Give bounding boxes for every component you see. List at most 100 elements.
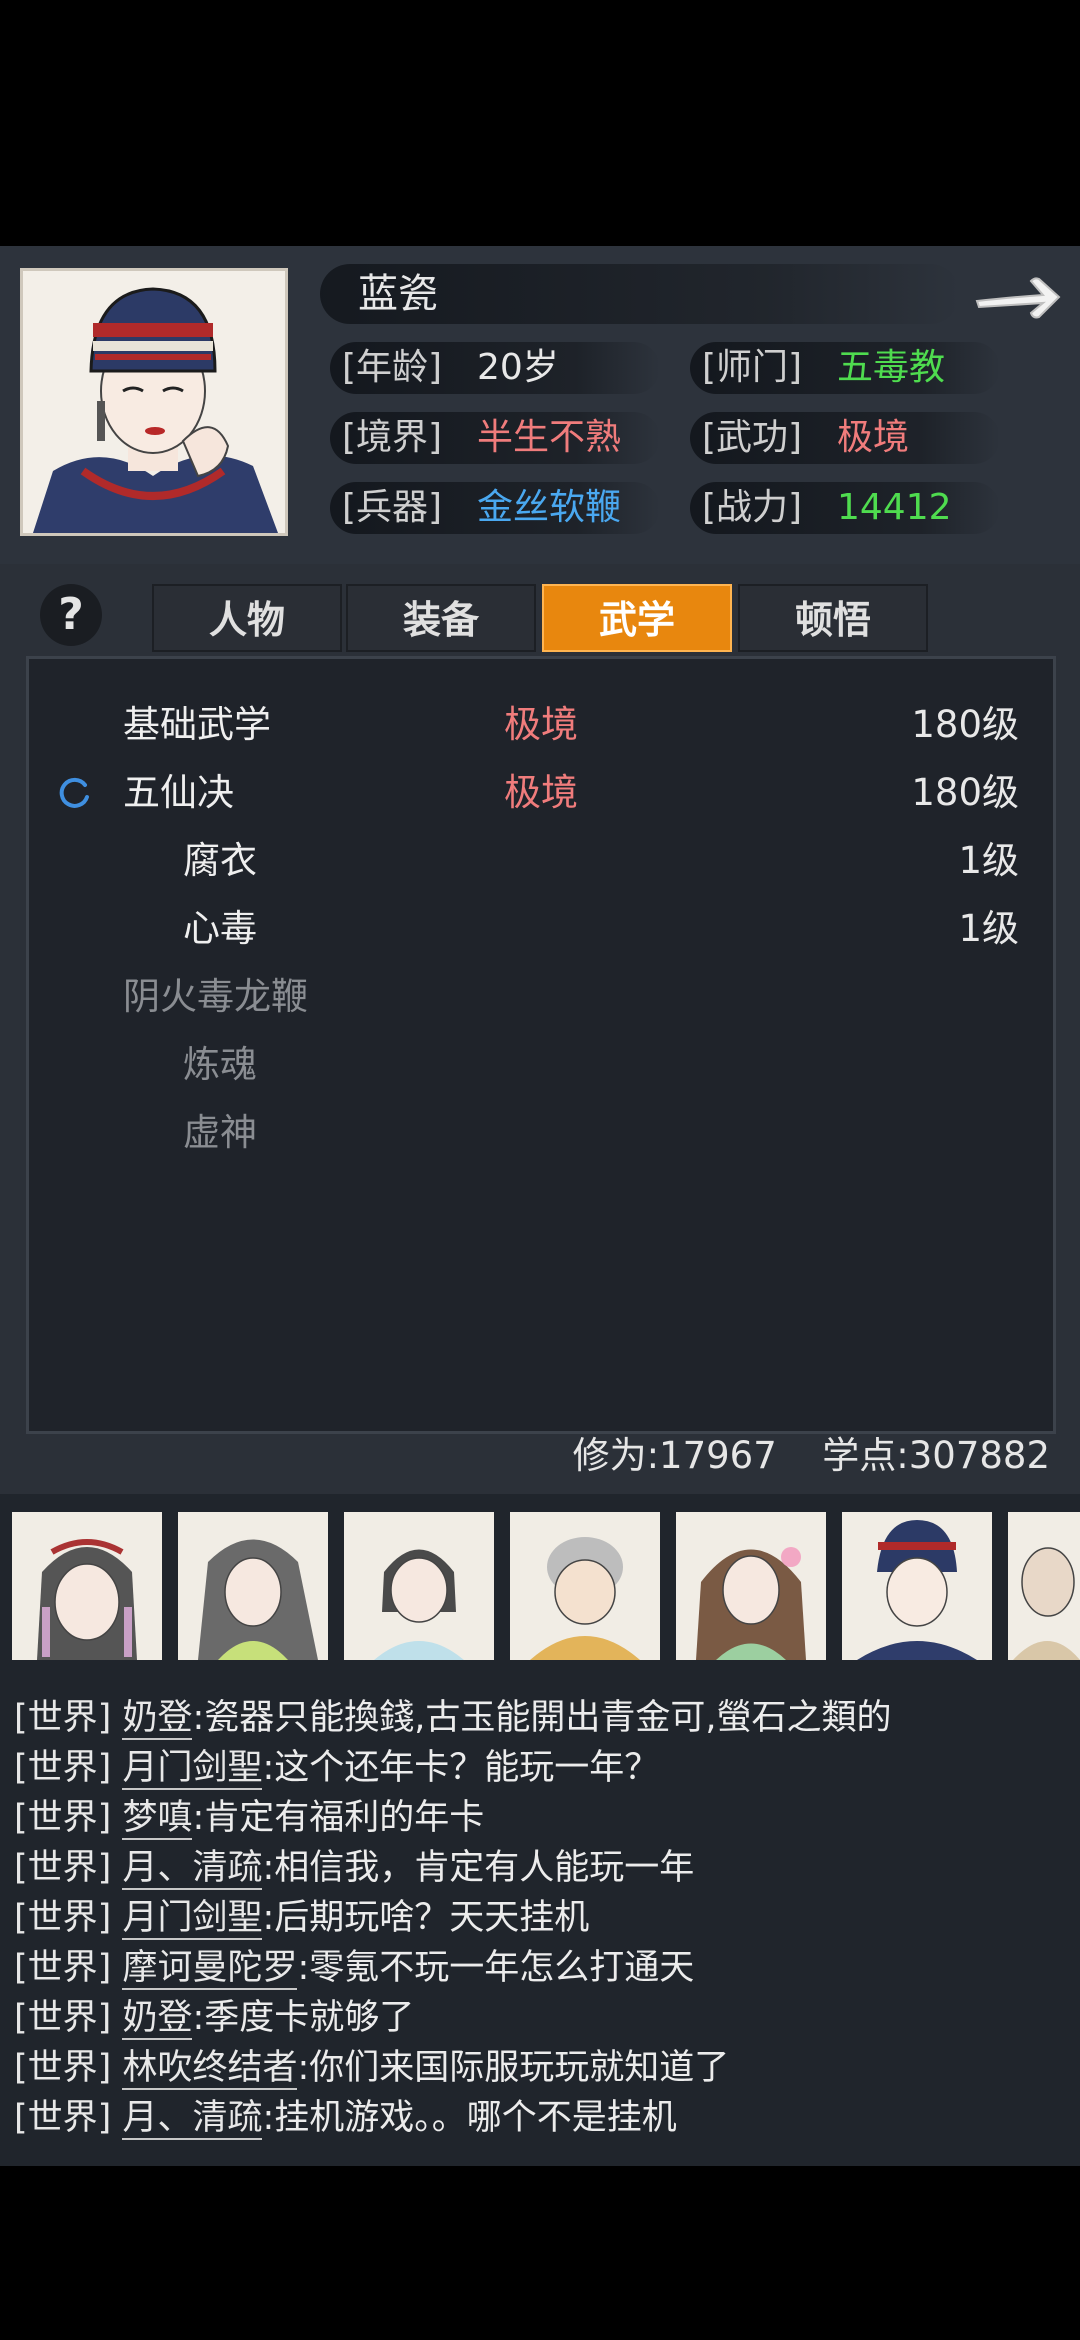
stat-value: 五毒教 (837, 347, 946, 388)
skill-name: 五仙决 (123, 771, 234, 814)
skill-name: 阴火毒龙鞭 (123, 975, 308, 1018)
stat-label: [境界] (342, 417, 443, 458)
skill-level: 180级 (911, 771, 1019, 814)
avatar[interactable] (842, 1512, 992, 1660)
chat-username[interactable]: 梦嗔 (122, 1798, 193, 1840)
skill-row[interactable]: 虚神 (29, 1103, 1059, 1163)
chat-username[interactable]: 月、清疏 (122, 1848, 263, 1890)
skill-row[interactable]: 阴火毒龙鞭 (29, 967, 1059, 1027)
stat-label: [兵器] (342, 487, 443, 528)
portrait-illustration (676, 1512, 826, 1660)
chat-channel: [世界] (14, 1898, 112, 1938)
avatar[interactable] (344, 1512, 494, 1660)
learning-points-value: 学点:307882 (822, 1434, 1050, 1477)
chat-channel: [世界] (14, 1748, 112, 1788)
training-spinner-icon (59, 777, 89, 808)
tab-character[interactable]: 人物 (152, 584, 342, 652)
avatar[interactable] (12, 1512, 162, 1660)
stat-sect: [师门] 五毒教 (702, 340, 945, 396)
tab-equipment[interactable]: 装备 (346, 584, 536, 652)
portrait-illustration (178, 1512, 328, 1660)
skill-realm: 极境 (504, 771, 578, 814)
chat-text: :瓷器只能換錢,古玉能開出青金可,螢石之類的 (192, 1698, 892, 1738)
chat-text: :这个还年卡？能玩一年？ (262, 1748, 660, 1788)
avatar-strip[interactable] (12, 1512, 1080, 1660)
stat-label: [武功] (702, 417, 803, 458)
skill-name: 虚神 (183, 1111, 257, 1154)
skills-list: 基础武学 极境 180级 五仙决 极境 180级 腐衣 1级 心毒 1级 阴火毒… (26, 656, 1056, 1434)
stat-age: [年龄] 20岁 (342, 340, 559, 396)
skill-level: 180级 (911, 703, 1019, 746)
cultivation-stats: 修为:17967 学点:307882 (0, 1426, 1080, 1486)
skill-row[interactable]: 五仙决 极境 180级 (29, 763, 1059, 823)
portrait-illustration (1008, 1512, 1080, 1660)
skill-name: 基础武学 (123, 703, 271, 746)
stat-value: 极境 (837, 417, 910, 458)
stat-value: 20岁 (477, 347, 559, 388)
character-portrait[interactable] (20, 268, 288, 536)
stat-weapon: [兵器] 金丝软鞭 (342, 480, 621, 536)
chat-message: [世界] 月门剑聖:这个还年卡？能玩一年？ (14, 1744, 659, 1792)
chat-username[interactable]: 林吹终结者 (122, 2048, 298, 2090)
portrait-illustration (12, 1512, 162, 1660)
skill-row[interactable]: 炼魂 (29, 1035, 1059, 1095)
chat-channel: [世界] (14, 1948, 112, 1988)
avatar[interactable] (178, 1512, 328, 1660)
skill-level: 1级 (958, 907, 1019, 950)
avatar[interactable] (676, 1512, 826, 1660)
skill-row[interactable]: 基础武学 极境 180级 (29, 695, 1059, 755)
stat-value: 半生不熟 (477, 417, 622, 458)
character-name: 蓝瓷 (358, 271, 438, 317)
navigation-bar-area (0, 2166, 1080, 2340)
stat-label: [战力] (702, 487, 803, 528)
avatar[interactable] (510, 1512, 660, 1660)
chat-text: :挂机游戏。。哪个不是挂机 (262, 2098, 677, 2138)
help-button[interactable]: ? (40, 584, 102, 646)
chat-text: :肯定有福利的年卡 (192, 1798, 485, 1838)
chat-message: [世界] 林吹终结者:你们来国际服玩玩就知道了 (14, 2044, 729, 2092)
next-arrow-button[interactable] (970, 268, 1066, 328)
chat-message: [世界] 月门剑聖:后期玩啥？天天挂机 (14, 1894, 589, 1942)
chat-username[interactable]: 奶登 (122, 1698, 193, 1740)
chat-message: [世界] 奶登:季度卡就够了 (14, 1994, 414, 2042)
chat-text: :零氪不玩一年怎么打通天 (297, 1948, 695, 1988)
skill-name: 心毒 (183, 907, 257, 950)
chat-message: [世界] 摩诃曼陀罗:零氪不玩一年怎么打通天 (14, 1944, 694, 1992)
chat-message: [世界] 梦嗔:肯定有福利的年卡 (14, 1794, 484, 1842)
martial-arts-section: ? 人物 装备 武学 顿悟 基础武学 极境 180级 五仙决 极境 180级 腐… (0, 564, 1080, 1494)
cultivation-value: 修为:17967 (572, 1434, 777, 1477)
chat-channel: [世界] (14, 1798, 112, 1838)
chat-username[interactable]: 月、清疏 (122, 2098, 263, 2140)
stat-value: 金丝软鞭 (477, 487, 622, 528)
stat-label: [年龄] (342, 347, 443, 388)
chat-username[interactable]: 月门剑聖 (122, 1898, 263, 1940)
portrait-illustration (344, 1512, 494, 1660)
stat-martial-arts: [武功] 极境 (702, 410, 909, 466)
status-bar-area (0, 0, 1080, 246)
skill-realm: 极境 (504, 703, 578, 746)
chat-username[interactable]: 月门剑聖 (122, 1748, 263, 1790)
chat-message: [世界] 月、清疏:相信我，肯定有人能玩一年 (14, 1844, 694, 1892)
skill-name: 炼魂 (183, 1043, 257, 1086)
stat-label: [师门] (702, 347, 803, 388)
tab-enlightenment[interactable]: 顿悟 (738, 584, 928, 652)
chat-message: [世界] 月、清疏:挂机游戏。。哪个不是挂机 (14, 2094, 677, 2142)
chat-username[interactable]: 摩诃曼陀罗 (122, 1948, 298, 1990)
chat-message: [世界] 奶登:瓷器只能換錢,古玉能開出青金可,螢石之類的 (14, 1694, 892, 1742)
chat-channel: [世界] (14, 1698, 112, 1738)
chat-username[interactable]: 奶登 (122, 1998, 193, 2040)
portrait-illustration (510, 1512, 660, 1660)
stat-realm: [境界] 半生不熟 (342, 410, 621, 466)
skill-row[interactable]: 心毒 1级 (29, 899, 1059, 959)
stat-value: 14412 (837, 487, 952, 528)
skill-level: 1级 (958, 839, 1019, 882)
portrait-illustration (23, 271, 285, 533)
tab-martial-arts[interactable]: 武学 (542, 584, 732, 652)
skill-name: 腐衣 (183, 839, 257, 882)
arrow-right-icon (975, 277, 1061, 319)
chat-channel: [世界] (14, 2048, 112, 2088)
avatar[interactable] (1008, 1512, 1080, 1660)
skill-row[interactable]: 腐衣 1级 (29, 831, 1059, 891)
chat-text: :后期玩啥？天天挂机 (262, 1898, 590, 1938)
chat-channel: [世界] (14, 1848, 112, 1888)
